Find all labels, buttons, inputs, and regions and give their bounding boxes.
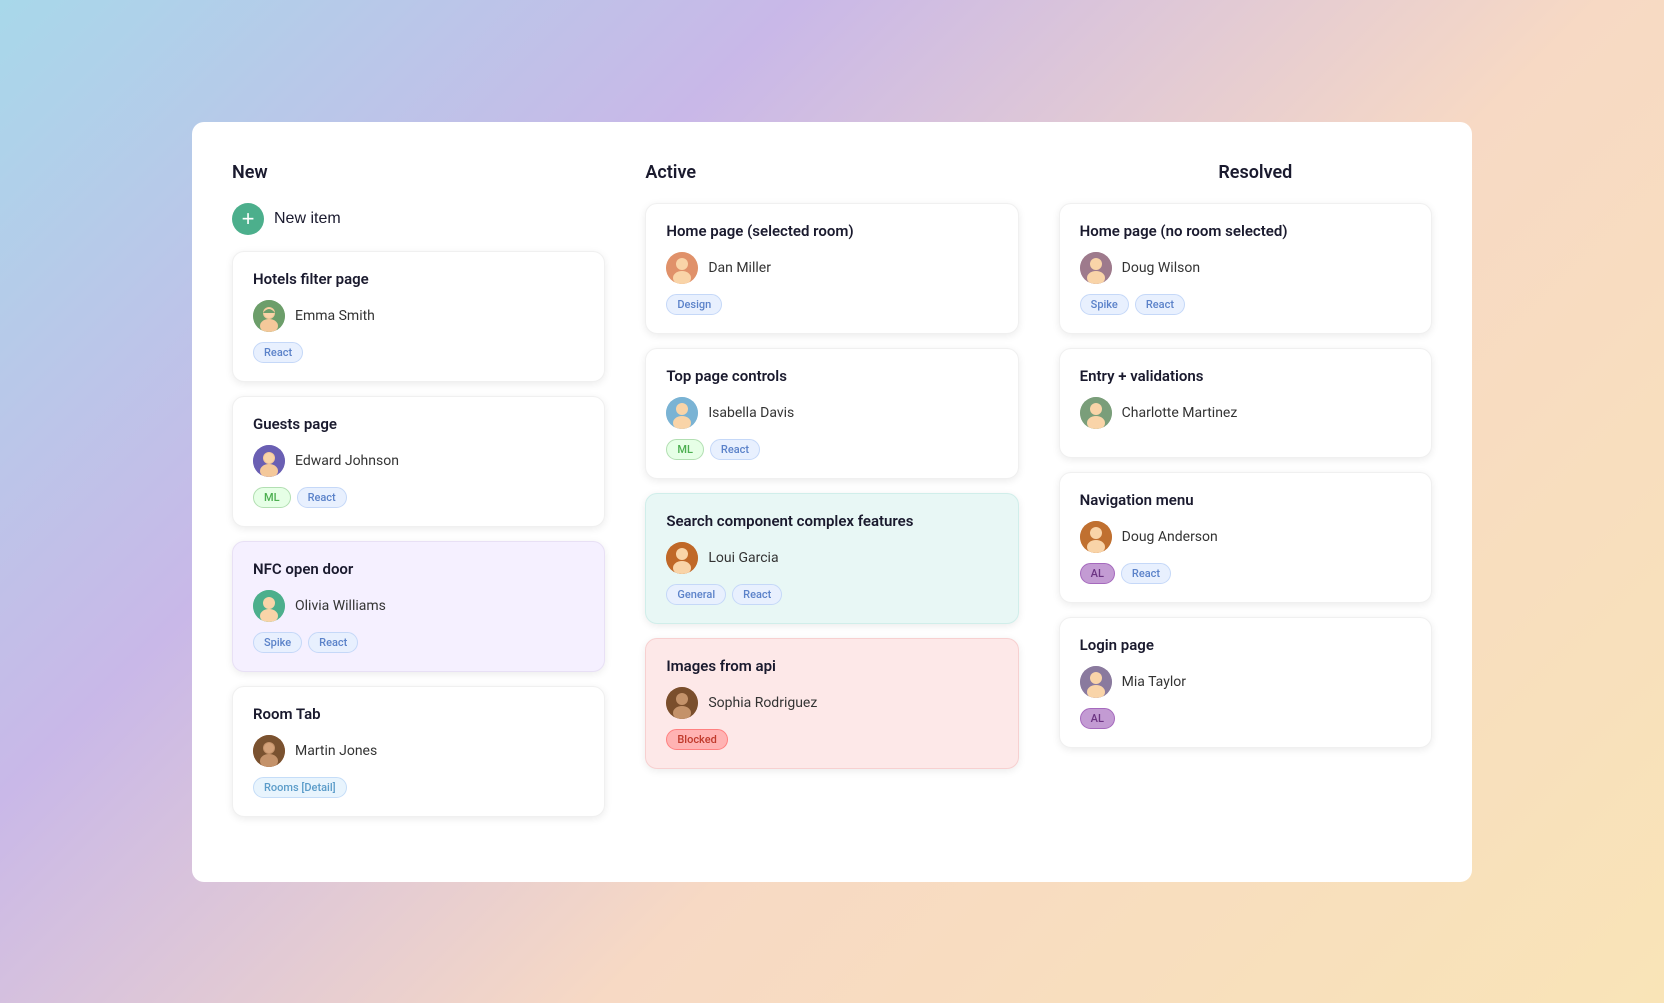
card-title: Top page controls bbox=[666, 367, 997, 385]
card-tags: Blocked bbox=[666, 729, 997, 750]
card-tags: Spike React bbox=[1080, 294, 1411, 315]
card-title: Guests page bbox=[253, 415, 584, 433]
tag-react: React bbox=[710, 439, 760, 460]
tag-al: AL bbox=[1080, 563, 1115, 584]
tag-react: React bbox=[732, 584, 782, 605]
card-top-controls[interactable]: Top page controls Isabella Davis ML bbox=[645, 348, 1018, 479]
card-home-no-room[interactable]: Home page (no room selected) Doug Wilson… bbox=[1059, 203, 1432, 334]
card-title: Room Tab bbox=[253, 705, 584, 723]
card-user: Doug Anderson bbox=[1080, 521, 1411, 553]
columns-wrapper: New + New item Hotels filter page bbox=[232, 162, 1432, 842]
card-user: Mia Taylor bbox=[1080, 666, 1411, 698]
tag-react: React bbox=[1121, 563, 1171, 584]
card-user: Loui Garcia bbox=[666, 542, 997, 574]
tag-react: React bbox=[297, 487, 347, 508]
resolved-column-header: Resolved bbox=[1059, 162, 1432, 183]
resolved-column: Resolved Home page (no room selected) Do… bbox=[1039, 162, 1432, 842]
tag-rooms: Rooms [Detail] bbox=[253, 777, 347, 798]
card-user: Charlotte Martinez bbox=[1080, 397, 1411, 429]
card-title: Login page bbox=[1080, 636, 1411, 654]
user-name: Mia Taylor bbox=[1122, 674, 1186, 690]
card-search-complex[interactable]: Search component complex features Loui G… bbox=[645, 493, 1018, 624]
avatar bbox=[1080, 666, 1112, 698]
new-item-icon: + bbox=[232, 203, 264, 235]
user-name: Emma Smith bbox=[295, 308, 375, 324]
card-title: NFC open door bbox=[253, 560, 584, 578]
card-guests-page[interactable]: Guests page Edward Johnson ML React bbox=[232, 396, 605, 527]
user-name: Isabella Davis bbox=[708, 405, 794, 421]
card-tags: ML React bbox=[666, 439, 997, 460]
card-title: Search component complex features bbox=[666, 512, 997, 530]
avatar bbox=[1080, 521, 1112, 553]
tag-spike: Spike bbox=[1080, 294, 1129, 315]
card-title: Home page (no room selected) bbox=[1080, 222, 1411, 240]
tag-blocked: Blocked bbox=[666, 729, 727, 750]
card-user: Dan Miller bbox=[666, 252, 997, 284]
card-navigation-menu[interactable]: Navigation menu Doug Anderson AL React bbox=[1059, 472, 1432, 603]
board: New + New item Hotels filter page bbox=[192, 122, 1472, 882]
card-tags: Design bbox=[666, 294, 997, 315]
card-user: Edward Johnson bbox=[253, 445, 584, 477]
active-column: Active Home page (selected room) Dan Mil… bbox=[625, 162, 1038, 842]
card-home-selected[interactable]: Home page (selected room) Dan Miller Des… bbox=[645, 203, 1018, 334]
tag-react: React bbox=[1135, 294, 1185, 315]
card-title: Images from api bbox=[666, 657, 997, 675]
user-name: Olivia Williams bbox=[295, 598, 386, 614]
card-title: Hotels filter page bbox=[253, 270, 584, 288]
card-tags: Spike React bbox=[253, 632, 584, 653]
tag-spike: Spike bbox=[253, 632, 302, 653]
card-user: Sophia Rodriguez bbox=[666, 687, 997, 719]
card-images-api[interactable]: Images from api Sophia Rodriguez Blocked bbox=[645, 638, 1018, 769]
avatar bbox=[666, 542, 698, 574]
avatar bbox=[253, 300, 285, 332]
new-column-header: New bbox=[232, 162, 605, 183]
card-user: Martin Jones bbox=[253, 735, 584, 767]
card-user: Emma Smith bbox=[253, 300, 584, 332]
tag-general: General bbox=[666, 584, 726, 605]
avatar bbox=[253, 445, 285, 477]
tag-react: React bbox=[308, 632, 358, 653]
card-room-tab[interactable]: Room Tab Martin Jones Rooms [Detail] bbox=[232, 686, 605, 817]
card-user: Doug Wilson bbox=[1080, 252, 1411, 284]
card-login-page[interactable]: Login page Mia Taylor AL bbox=[1059, 617, 1432, 748]
card-tags: ML React bbox=[253, 487, 584, 508]
user-name: Edward Johnson bbox=[295, 453, 399, 469]
avatar bbox=[1080, 252, 1112, 284]
avatar bbox=[666, 397, 698, 429]
card-tags: React bbox=[253, 342, 584, 363]
active-column-header: Active bbox=[645, 162, 1018, 183]
card-title: Home page (selected room) bbox=[666, 222, 997, 240]
tag-ml: ML bbox=[666, 439, 704, 460]
user-name: Sophia Rodriguez bbox=[708, 695, 817, 711]
avatar bbox=[1080, 397, 1112, 429]
tag-design: Design bbox=[666, 294, 722, 315]
user-name: Charlotte Martinez bbox=[1122, 405, 1238, 421]
card-tags: AL bbox=[1080, 708, 1411, 729]
card-nfc-open-door[interactable]: NFC open door Olivia Williams Spike bbox=[232, 541, 605, 672]
new-item-label: New item bbox=[274, 210, 341, 228]
card-user: Olivia Williams bbox=[253, 590, 584, 622]
user-name: Doug Wilson bbox=[1122, 260, 1200, 276]
user-name: Dan Miller bbox=[708, 260, 771, 276]
card-title: Navigation menu bbox=[1080, 491, 1411, 509]
card-tags: General React bbox=[666, 584, 997, 605]
avatar bbox=[253, 590, 285, 622]
tag-al: AL bbox=[1080, 708, 1115, 729]
user-name: Doug Anderson bbox=[1122, 529, 1218, 545]
card-tags: AL React bbox=[1080, 563, 1411, 584]
avatar bbox=[666, 687, 698, 719]
card-hotels-filter[interactable]: Hotels filter page Emma Smith bbox=[232, 251, 605, 382]
tag-ml: ML bbox=[253, 487, 291, 508]
user-name: Martin Jones bbox=[295, 743, 377, 759]
avatar bbox=[253, 735, 285, 767]
card-title: Entry + validations bbox=[1080, 367, 1411, 385]
user-name: Loui Garcia bbox=[708, 550, 778, 566]
new-column: New + New item Hotels filter page bbox=[232, 162, 625, 842]
card-entry-validations[interactable]: Entry + validations Charlotte Martinez bbox=[1059, 348, 1432, 458]
new-item-button[interactable]: + New item bbox=[232, 203, 605, 235]
tag-react: React bbox=[253, 342, 303, 363]
card-tags: Rooms [Detail] bbox=[253, 777, 584, 798]
card-user: Isabella Davis bbox=[666, 397, 997, 429]
avatar bbox=[666, 252, 698, 284]
